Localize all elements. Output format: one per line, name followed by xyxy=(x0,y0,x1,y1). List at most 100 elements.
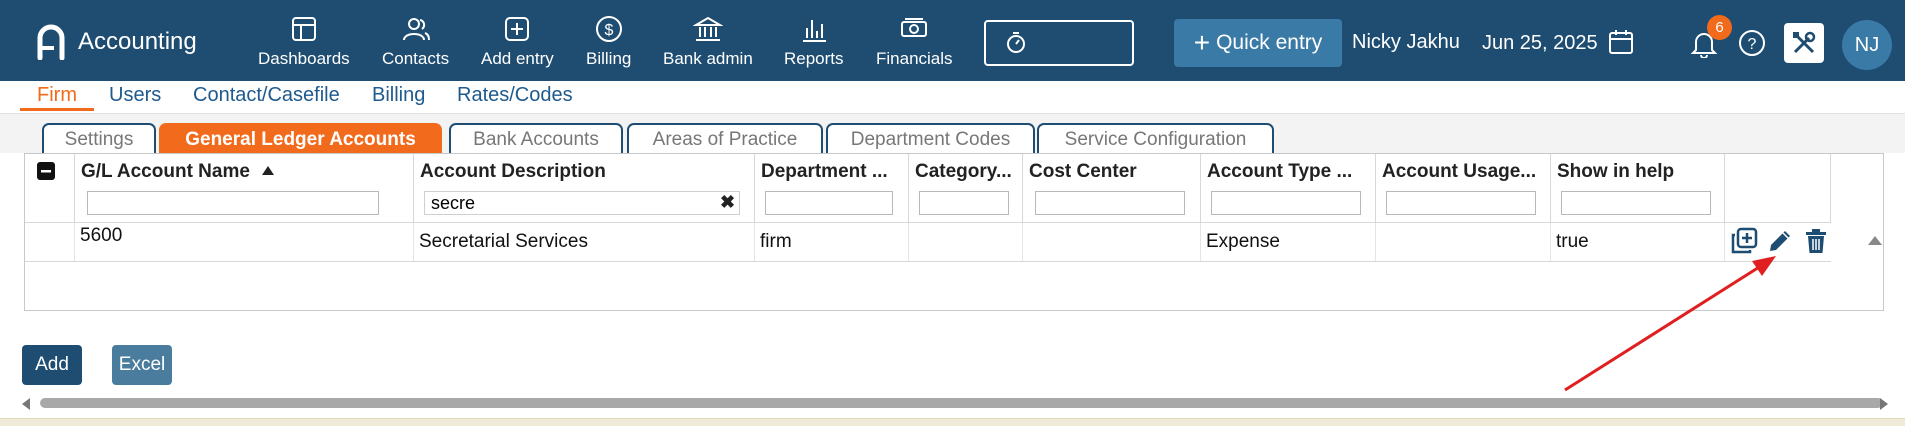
column-title: Department ... xyxy=(761,161,888,182)
column-cost-center[interactable]: Cost Center xyxy=(1023,154,1201,222)
sub-nav: Firm Users Contact/Casefile Billing Rate… xyxy=(0,81,1905,113)
sort-ascending-icon xyxy=(261,166,274,175)
row-select-cell[interactable] xyxy=(25,223,75,261)
cell-gl-account-name: 5600 xyxy=(75,223,414,261)
subnav-rates-codes[interactable]: Rates/Codes xyxy=(457,84,573,107)
tools-icon xyxy=(1793,31,1816,54)
user-name[interactable]: Nicky Jakhu xyxy=(1352,31,1460,54)
avatar[interactable]: NJ xyxy=(1842,20,1892,70)
filter-account-usage[interactable] xyxy=(1386,191,1536,215)
row-actions xyxy=(1709,222,1831,260)
subnav-firm[interactable]: Firm xyxy=(37,84,77,107)
current-date: Jun 25, 2025 xyxy=(1482,32,1598,54)
nav-financials[interactable]: Financials xyxy=(876,14,953,72)
excel-export-button[interactable]: Excel xyxy=(112,345,172,385)
scrollbar-thumb[interactable] xyxy=(40,398,1883,408)
app-root: Accounting Dashboards Contacts Add entry… xyxy=(0,0,1905,426)
app-logo-icon xyxy=(37,24,65,60)
tab-general-ledger-accounts[interactable]: General Ledger Accounts xyxy=(159,123,442,155)
tab-service-configuration[interactable]: Service Configuration xyxy=(1037,123,1274,155)
cell-account-usage xyxy=(1376,223,1551,261)
quick-entry-label: Quick entry xyxy=(1216,31,1323,54)
nav-label: Add entry xyxy=(481,49,554,68)
column-title: Category... xyxy=(915,161,1012,182)
horizontal-scrollbar[interactable] xyxy=(20,394,1890,412)
nav-label: Contacts xyxy=(382,49,450,68)
column-category[interactable]: Category... xyxy=(909,154,1023,222)
top-bar: Accounting Dashboards Contacts Add entry… xyxy=(0,0,1905,81)
cell-account-description: Secretarial Services xyxy=(414,223,755,261)
scroll-right-arrow-icon[interactable] xyxy=(1880,398,1888,410)
column-gl-account-name[interactable]: G/L Account Name xyxy=(75,154,414,222)
duplicate-icon[interactable] xyxy=(1729,225,1759,257)
calendar-icon[interactable] xyxy=(1608,28,1634,56)
nav-bank-admin[interactable]: Bank admin xyxy=(663,14,753,72)
filter-account-description[interactable] xyxy=(424,191,740,215)
nav-add-entry[interactable]: Add entry xyxy=(481,14,554,72)
column-account-type[interactable]: Account Type ... xyxy=(1201,154,1376,222)
plus-icon: + xyxy=(1193,27,1211,58)
notification-badge: 6 xyxy=(1707,15,1732,40)
dashboard-icon xyxy=(291,17,316,41)
nav-label: Dashboards xyxy=(258,49,350,68)
filter-department[interactable] xyxy=(765,191,893,215)
app-title: Accounting xyxy=(78,28,197,55)
column-title: Account Type ... xyxy=(1207,161,1353,182)
column-title: Account Usage... xyxy=(1382,161,1537,182)
tab-bank-accounts[interactable]: Bank Accounts xyxy=(449,123,623,155)
gl-accounts-grid: G/L Account Name Account Description ✖ D… xyxy=(24,153,1884,311)
nav-label: Reports xyxy=(784,49,844,68)
reports-chart-icon xyxy=(802,20,826,42)
timer-box[interactable] xyxy=(984,20,1134,66)
subnav-billing[interactable]: Billing xyxy=(372,84,425,107)
bank-icon xyxy=(692,16,723,41)
tab-department-codes[interactable]: Department Codes xyxy=(826,123,1035,155)
nav-billing[interactable]: $ Billing xyxy=(586,14,631,72)
column-department[interactable]: Department ... xyxy=(755,154,909,222)
scroll-up-arrow-icon[interactable] xyxy=(1868,236,1882,245)
column-title: Show in help xyxy=(1557,161,1675,182)
filter-category[interactable] xyxy=(919,191,1009,215)
tab-areas-of-practice[interactable]: Areas of Practice xyxy=(627,123,823,155)
add-button[interactable]: Add xyxy=(22,345,82,385)
subnav-contact-casefile[interactable]: Contact/Casefile xyxy=(193,84,340,107)
tab-bar: Settings General Ledger Accounts Bank Ac… xyxy=(0,113,1905,155)
add-entry-icon xyxy=(505,17,530,41)
subnav-users[interactable]: Users xyxy=(109,84,161,107)
nav-reports[interactable]: Reports xyxy=(784,14,844,72)
column-account-description[interactable]: Account Description ✖ xyxy=(414,154,755,222)
svg-text:?: ? xyxy=(1748,36,1757,53)
nav-dashboards[interactable]: Dashboards xyxy=(258,14,350,72)
brand[interactable]: Accounting xyxy=(34,22,197,62)
timer-icon xyxy=(1007,32,1025,53)
clear-filter-icon[interactable]: ✖ xyxy=(720,192,735,213)
cell-account-type: Expense xyxy=(1201,223,1376,261)
tools-button[interactable] xyxy=(1784,23,1824,63)
nav-label: Billing xyxy=(586,49,632,68)
collapse-all-checkbox-icon[interactable] xyxy=(37,162,55,180)
column-title: G/L Account Name xyxy=(81,161,274,183)
filter-show-in-help[interactable] xyxy=(1561,191,1711,215)
column-title: Cost Center xyxy=(1029,161,1137,182)
column-account-usage[interactable]: Account Usage... xyxy=(1376,154,1551,222)
cell-category xyxy=(909,223,1023,261)
help-icon[interactable]: ? xyxy=(1737,28,1767,58)
filter-cost-center[interactable] xyxy=(1035,191,1185,215)
nav-contacts[interactable]: Contacts xyxy=(382,14,449,72)
select-all-header xyxy=(25,154,75,222)
scroll-left-arrow-icon[interactable] xyxy=(22,398,30,410)
financials-icon xyxy=(901,18,928,37)
filter-gl-account-name[interactable] xyxy=(87,191,379,215)
tab-settings[interactable]: Settings xyxy=(42,123,156,155)
column-show-in-help[interactable]: Show in help xyxy=(1551,154,1725,222)
quick-entry-button[interactable]: + Quick entry xyxy=(1174,19,1342,67)
filter-account-type[interactable] xyxy=(1211,191,1361,215)
delete-trash-icon[interactable] xyxy=(1801,225,1831,257)
bottom-strip xyxy=(0,418,1905,426)
table-row[interactable]: 5600 Secretarial Services firm Expense t… xyxy=(25,222,1831,262)
billing-dollar-icon: $ xyxy=(595,16,622,42)
edit-pencil-icon[interactable] xyxy=(1765,225,1795,257)
cell-show-in-help: true xyxy=(1551,223,1725,261)
column-title: Account Description xyxy=(420,161,606,182)
nav-label: Financials xyxy=(876,49,953,68)
